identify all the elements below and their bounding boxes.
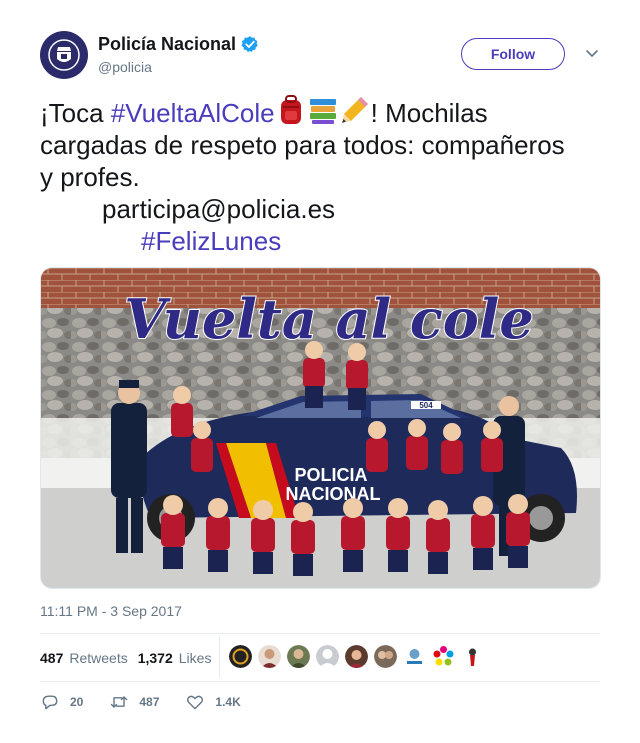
author-display-name[interactable]: Policía Nacional — [98, 33, 259, 55]
tweet-photo[interactable]: Vuelta al cole 504 POLICIA NACIONAL — [40, 267, 601, 589]
like-count: 1.4K — [215, 695, 241, 709]
tweet-line-2: cargadas de respeto para todos: compañer… — [40, 130, 565, 160]
liker-avatar[interactable] — [374, 645, 397, 668]
hashtag-link-vueltaalcole[interactable]: #VueltaAlCole — [111, 98, 275, 128]
follow-button[interactable]: Follow — [461, 38, 565, 70]
liker-avatar[interactable] — [258, 645, 281, 668]
liker-avatar[interactable] — [229, 645, 252, 668]
tweet-actions: 20 487 1.4K — [40, 692, 267, 712]
car-text-line1: POLICIA — [294, 465, 367, 485]
tweet-line-email: participa@policia.es — [102, 194, 336, 224]
pencil-icon — [341, 97, 368, 123]
divider — [40, 633, 600, 634]
tweet-text-segment: ! Mochilas — [370, 98, 488, 128]
verified-badge-icon — [241, 36, 258, 53]
police-badge-icon — [48, 39, 80, 71]
car-text-line2: NACIONAL — [286, 484, 381, 504]
liker-avatar[interactable] — [461, 645, 484, 668]
retweets-count[interactable]: 487 — [40, 650, 63, 666]
liker-avatar[interactable] — [287, 645, 310, 668]
reply-count: 20 — [70, 695, 84, 709]
liker-avatars — [229, 645, 484, 668]
tweet-text: ¡Toca #VueltaAlCole ! Mochilas cargadas … — [40, 94, 610, 257]
tweet-line-1: ¡Toca #VueltaAlCole ! Mochilas — [40, 94, 610, 129]
hashtag-link-felizlunes[interactable]: #FelizLunes — [141, 226, 281, 256]
backpack-icon — [280, 95, 301, 124]
retweet-button[interactable]: 487 — [109, 692, 159, 712]
tweet-timestamp[interactable]: 11:11 PM - 3 Sep 2017 — [40, 603, 182, 619]
stats-separator — [219, 636, 220, 678]
car-number-text: 504 — [419, 401, 433, 410]
books-icon — [309, 99, 336, 124]
tweet-line-3: y profes. — [40, 162, 140, 192]
retweet-icon — [111, 696, 128, 708]
heart-icon — [187, 695, 204, 710]
retweet-count: 487 — [139, 695, 160, 709]
likes-label[interactable]: Likes — [179, 650, 212, 666]
reply-icon — [42, 695, 58, 710]
tweet-header: Policía Nacional @policia Follow — [40, 30, 600, 80]
liker-avatar[interactable] — [316, 645, 339, 668]
tweet-text-segment: ¡Toca — [40, 98, 111, 128]
divider — [40, 681, 600, 682]
display-name-text: Policía Nacional — [98, 34, 237, 54]
author-info: Policía Nacional @policia — [98, 33, 259, 75]
chevron-down-icon[interactable] — [585, 46, 599, 60]
tweet-stats: 487 Retweets 1,372 Likes — [40, 646, 211, 670]
photo-banner-text: Vuelta al cole — [124, 287, 533, 351]
photo-illustration: Vuelta al cole 504 POLICIA NACIONAL — [41, 268, 600, 588]
liker-avatar[interactable] — [403, 645, 426, 668]
tweet-line-5: #FelizLunes — [40, 225, 610, 257]
author-avatar[interactable] — [40, 31, 88, 79]
reply-button[interactable]: 20 — [40, 692, 83, 712]
liker-avatar[interactable] — [345, 645, 368, 668]
author-handle[interactable]: @policia — [98, 59, 259, 75]
likes-count[interactable]: 1,372 — [138, 650, 173, 666]
like-button[interactable]: 1.4K — [185, 692, 241, 712]
liker-avatar[interactable] — [432, 645, 455, 668]
retweets-label[interactable]: Retweets — [69, 650, 127, 666]
